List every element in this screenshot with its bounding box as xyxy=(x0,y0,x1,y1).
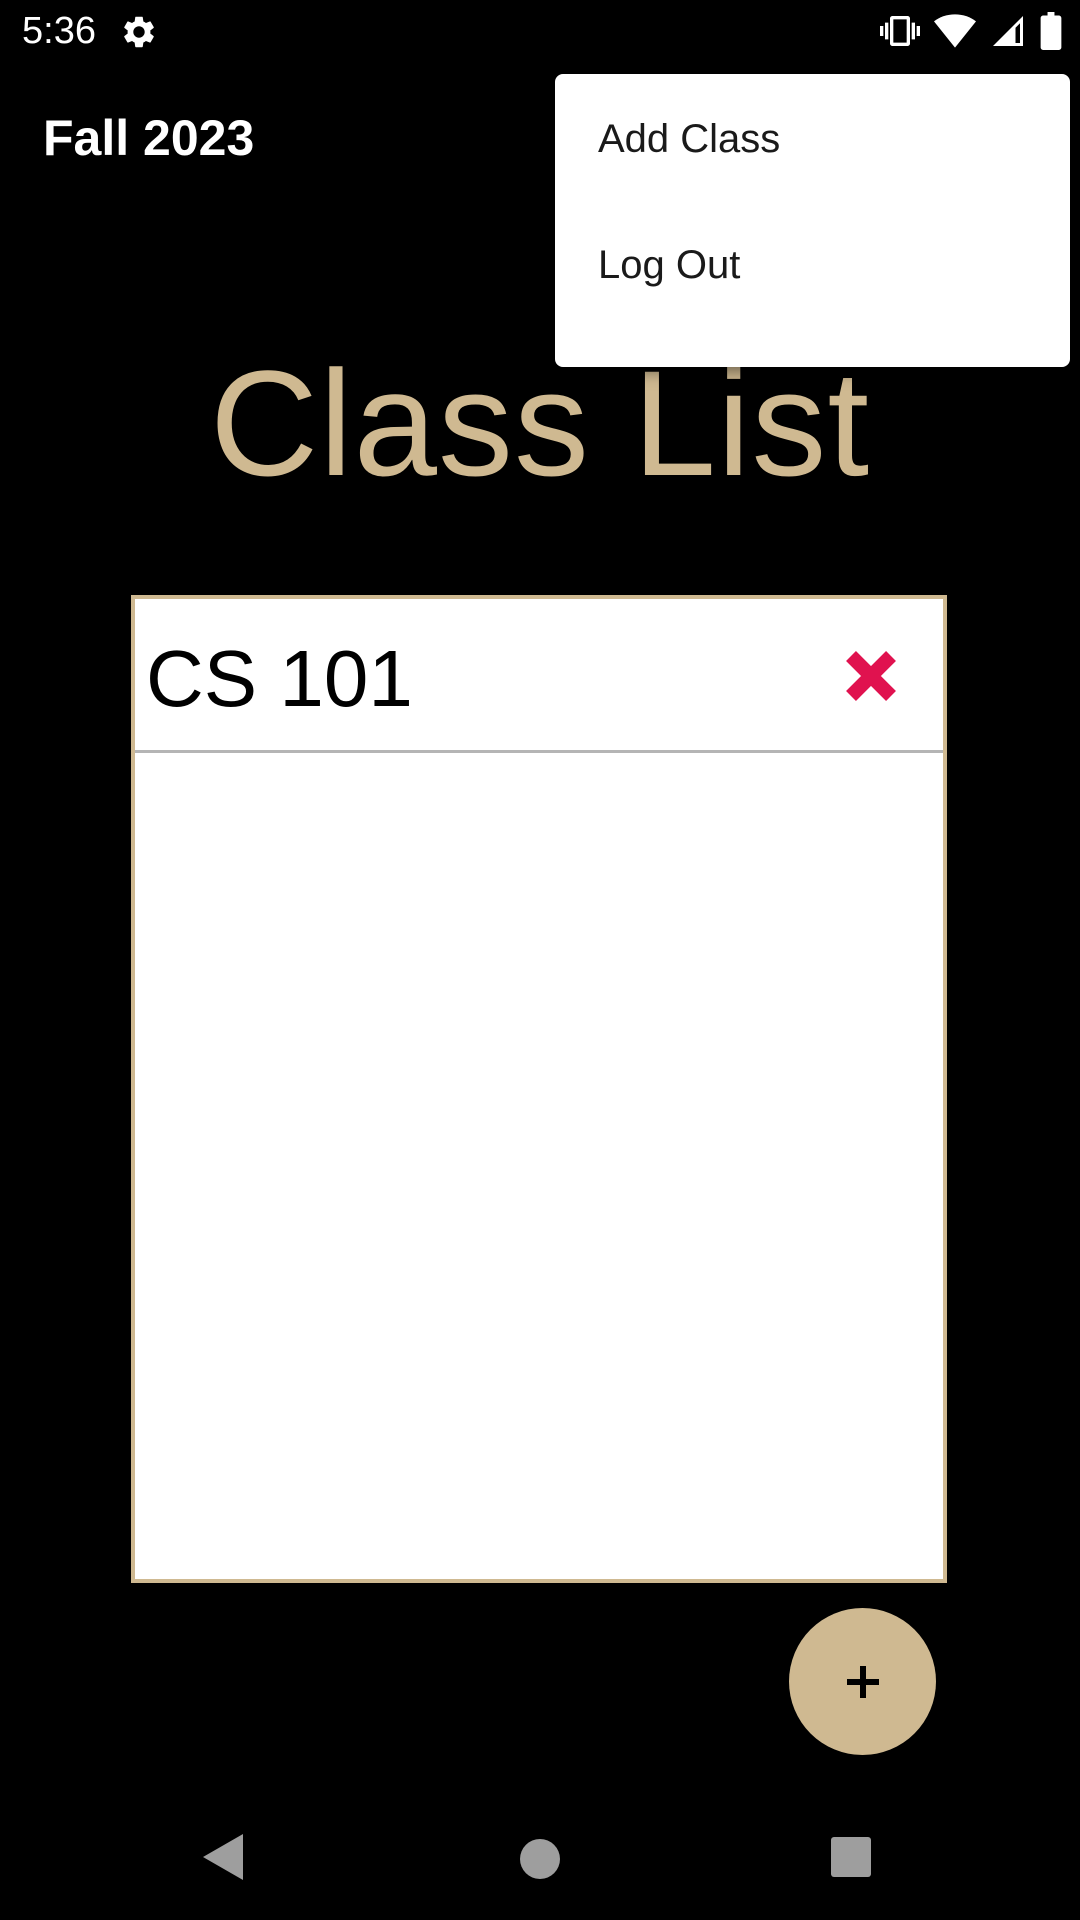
settings-gear-icon xyxy=(120,13,158,51)
class-list[interactable]: CS 101 xyxy=(131,595,947,1583)
vibrate-icon xyxy=(880,11,920,51)
menu-item-log-out[interactable]: Log Out xyxy=(555,200,1070,326)
signal-icon xyxy=(990,12,1026,50)
wifi-icon xyxy=(934,13,976,49)
class-list-item[interactable]: CS 101 xyxy=(135,599,943,753)
add-class-fab[interactable] xyxy=(789,1608,936,1755)
overflow-menu: Add Class Log Out xyxy=(555,74,1070,367)
menu-item-add-class[interactable]: Add Class xyxy=(555,74,1070,200)
status-icons xyxy=(880,10,1062,52)
menu-item-label: Add Class xyxy=(598,117,781,161)
screen: 5:36 Fall 2023 Class List CS 101 Add Cla… xyxy=(0,0,1080,1920)
class-name: CS 101 xyxy=(146,634,413,723)
page-heading: Class List xyxy=(209,339,871,507)
close-x-icon xyxy=(846,651,896,701)
status-time: 5:36 xyxy=(22,10,96,52)
navigation-bar xyxy=(0,1800,1080,1920)
recents-square-icon[interactable] xyxy=(831,1837,871,1882)
home-circle-icon[interactable] xyxy=(519,1838,561,1885)
menu-item-label: Log Out xyxy=(598,243,741,287)
delete-class-button[interactable] xyxy=(841,646,901,706)
battery-icon xyxy=(1040,12,1062,50)
plus-icon xyxy=(846,1665,879,1698)
app-title: Fall 2023 xyxy=(43,110,255,166)
back-triangle-icon[interactable] xyxy=(203,1834,243,1885)
status-bar: 5:36 xyxy=(0,0,1080,63)
